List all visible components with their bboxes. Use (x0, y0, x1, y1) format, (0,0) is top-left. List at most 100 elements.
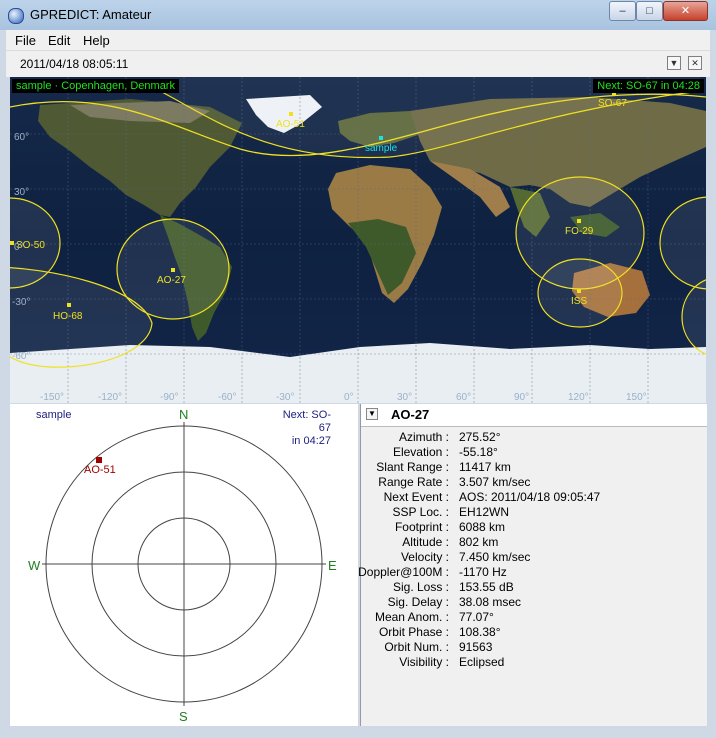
lat-label: -60° (12, 351, 30, 362)
sat-label: SO-67 (598, 98, 627, 109)
info-row-label: Visibility : (399, 655, 449, 669)
qth-label: sample · Copenhagen, Denmark (12, 79, 179, 93)
info-row-value: -55.18° (459, 445, 498, 459)
title-bar: GPREDICT: Amateur – □ ✕ (0, 0, 716, 30)
info-row-value: 38.08 msec (459, 595, 522, 609)
ao51-polar-label: AO-51 (84, 464, 116, 476)
info-row: Doppler@100M : -1170 Hz (358, 565, 707, 580)
info-row-value: 802 km (459, 535, 499, 549)
lon-label: -150° (40, 392, 64, 403)
info-row-value: 91563 (459, 640, 493, 654)
info-row: Slant Range : 11417 km (361, 460, 707, 475)
window-title: GPREDICT: Amateur (30, 7, 152, 22)
info-row-label: Doppler@100M : (358, 565, 449, 579)
polar-next-line1: Next: SO-67 (282, 409, 331, 434)
info-row-label: Orbit Phase : (378, 625, 449, 639)
satellite-info-panel: ▼ AO-27 Azimuth : 275.52° Elevation : -55.1… (358, 404, 707, 726)
selected-satellite: AO-27 (391, 407, 430, 422)
sat-marker (67, 303, 71, 307)
menu-help[interactable]: Help (83, 33, 110, 48)
sat-label: FO-29 (565, 226, 594, 237)
sat-label: AO-27 (157, 275, 186, 286)
north-label: N (179, 407, 188, 422)
current-time: 2011/04/18 08:05:11 (20, 57, 129, 71)
info-row-value: 11417 km (459, 460, 511, 474)
info-row: Orbit Num. : 91563 (361, 640, 707, 655)
south-label: S (179, 709, 188, 724)
lat-label: 0° (14, 242, 24, 253)
info-row: Azimuth : 275.52° (361, 430, 707, 445)
info-header: ▼ AO-27 (361, 404, 707, 427)
info-row-value: Eclipsed (459, 655, 505, 669)
info-row-label: SSP Loc. : (392, 505, 449, 519)
west-label: W (28, 558, 41, 573)
module-header: 2011/04/18 08:05:11 ▼ ✕ (6, 50, 710, 77)
info-row: Next Event : AOS: 2011/04/18 09:05:47 (361, 490, 707, 505)
info-row-label: Sig. Delay : (387, 595, 449, 609)
map-canvas: sample AO-51 SO-67 SO-50 AO-27 HO-68 FO-… (10, 77, 706, 403)
info-row-value: 108.38° (459, 625, 501, 639)
sat-label: ISS (571, 296, 587, 307)
maximize-button[interactable]: □ (636, 1, 663, 21)
info-table: Azimuth :275.52° Elevation : -55.18° Slant … (358, 430, 707, 670)
module-options-button[interactable]: ▼ (667, 56, 681, 70)
polar-station-label: sample (36, 409, 72, 421)
lon-label: 60° (456, 392, 471, 403)
lon-label: -60° (218, 392, 236, 403)
lat-label: 60° (14, 132, 29, 143)
lon-label: 90° (514, 392, 529, 403)
info-row-label: Orbit Num. : (384, 640, 449, 654)
info-row-value: 6088 km (459, 520, 506, 534)
info-row-label: Range Rate : (378, 475, 449, 489)
info-row: Sig. Delay : 38.08 msec (361, 595, 707, 610)
polar-next-line2: in 04:27 (291, 435, 331, 447)
lon-label: 120° (568, 392, 589, 403)
lon-label: 0° (344, 392, 354, 403)
close-button[interactable]: ✕ (663, 1, 708, 21)
info-row-label: Next Event : (383, 490, 449, 504)
info-row-value: 7.450 km/sec (459, 550, 531, 564)
ao51-polar-marker[interactable] (96, 457, 102, 463)
info-row: Range Rate : 3.507 km/sec (361, 475, 707, 490)
lon-label: -90° (160, 392, 178, 403)
lon-label: 30° (397, 392, 412, 403)
info-row-label: Slant Range : (376, 460, 449, 474)
sat-marker (577, 219, 581, 223)
info-row-value: AOS: 2011/04/18 09:05:47 (459, 490, 601, 504)
next-event-label: Next: SO-67 in 04:28 (593, 79, 704, 93)
info-row-label: Velocity : (400, 550, 449, 564)
info-row-value: 3.507 km/sec (459, 475, 531, 489)
info-row: Orbit Phase : 108.38° (361, 625, 707, 640)
info-row-label: Altitude : (402, 535, 449, 549)
lat-label: 30° (14, 187, 29, 198)
info-row-label: Mean Anom. : (374, 610, 449, 624)
polar-canvas: AO-51 N S E W (28, 407, 337, 724)
polar-view[interactable]: AO-51 N S E W sample Next: SO-67 in 04:2… (10, 404, 358, 726)
sat-label: HO-68 (53, 311, 83, 322)
menu-bar: File Edit Help (6, 30, 710, 50)
lon-label: -30° (276, 392, 294, 403)
window-bottom-border (0, 726, 716, 738)
menu-file[interactable]: File (15, 33, 36, 48)
sat-marker (577, 289, 581, 293)
info-row: SSP Loc. : EH12WN (361, 505, 707, 520)
info-row-label: Elevation : (392, 445, 449, 459)
app-icon (8, 8, 24, 24)
satellite-select-dropdown[interactable]: ▼ (366, 408, 378, 420)
info-row-label: Sig. Loss : (392, 580, 449, 594)
info-row-value: 153.55 dB (459, 580, 514, 594)
info-row-value: EH12WN (459, 505, 510, 519)
world-map[interactable]: sample AO-51 SO-67 SO-50 AO-27 HO-68 FO-… (10, 77, 706, 403)
info-row-value: 275.52° (459, 430, 501, 444)
info-row: Velocity : 7.450 km/sec (361, 550, 707, 565)
east-label: E (328, 558, 337, 573)
station-map-label: sample (365, 143, 398, 154)
module-close-button[interactable]: ✕ (688, 56, 702, 70)
minimize-button[interactable]: – (609, 1, 636, 21)
info-row: Sig. Loss : 153.55 dB (361, 580, 707, 595)
info-row: Footprint : 6088 km (361, 520, 707, 535)
info-row-label: Footprint : (394, 520, 449, 534)
lon-label: 150° (626, 392, 647, 403)
menu-edit[interactable]: Edit (48, 33, 70, 48)
lon-label: -120° (98, 392, 122, 403)
